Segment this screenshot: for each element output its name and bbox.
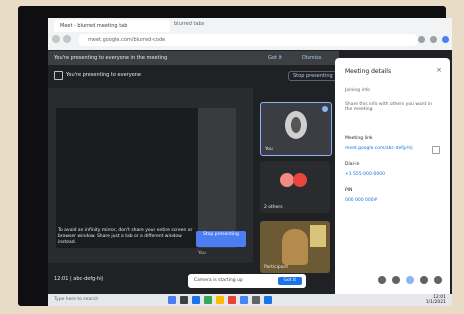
banner-gotit-button[interactable]: Got it bbox=[268, 51, 282, 65]
pin-label: PIN bbox=[345, 188, 353, 193]
browser-tab[interactable]: Meet - blurred meeting tab bbox=[54, 20, 170, 32]
stop-presenting-link[interactable]: Stop presenting bbox=[288, 71, 338, 81]
activities-icon[interactable] bbox=[420, 276, 428, 284]
other-tabs[interactable]: blurred tabs bbox=[174, 21, 204, 27]
taskbar-clock: 12:01 1/1/2021 bbox=[426, 295, 446, 305]
dialin-label: Dial-in bbox=[345, 162, 360, 167]
close-icon[interactable]: × bbox=[436, 66, 442, 74]
participant-tile[interactable]: Participant bbox=[260, 221, 330, 273]
address-bar[interactable]: meet.google.com/blurred-code bbox=[78, 34, 418, 46]
pin-value: 000 000 000# bbox=[345, 198, 378, 203]
meeting-link[interactable]: meet.google.com/abc-defg-hij bbox=[345, 146, 413, 151]
app-icon[interactable] bbox=[192, 296, 200, 304]
screen: Meet - blurred meeting tab blurred tabs … bbox=[48, 18, 452, 306]
extension-icon-2[interactable] bbox=[430, 36, 437, 43]
browser-chrome: Meet - blurred meeting tab blurred tabs … bbox=[48, 18, 452, 50]
camera-toast: Camera is starting up Got it bbox=[188, 274, 306, 288]
joining-info-label: Joining info bbox=[345, 88, 371, 93]
info-banner: You're presenting to everyone in the mee… bbox=[48, 51, 339, 65]
participant-name: You bbox=[265, 147, 273, 152]
chat-icon[interactable] bbox=[406, 276, 414, 284]
stop-presenting-button[interactable]: Stop presenting bbox=[196, 231, 246, 247]
avatar bbox=[280, 173, 294, 187]
avatar bbox=[293, 173, 307, 187]
meeting-code: 12:01 | abc-defg-hij bbox=[54, 276, 103, 282]
meeting-details-panel: Meeting details × Joining info Share thi… bbox=[335, 58, 450, 303]
stage-label: You bbox=[198, 251, 206, 256]
presentation-stage: To avoid an infinity mirror, don't share… bbox=[48, 88, 253, 263]
os-taskbar: Type here to search 12:01 1/1/2021 bbox=[48, 294, 452, 306]
app-icon[interactable] bbox=[180, 296, 188, 304]
people-icon[interactable] bbox=[392, 276, 400, 284]
link-label: Meeting link bbox=[345, 136, 373, 141]
dialin-number[interactable]: +1 555-000-0000 bbox=[345, 172, 385, 177]
pin-icon[interactable] bbox=[322, 106, 328, 112]
app-icon[interactable] bbox=[168, 296, 176, 304]
back-icon[interactable] bbox=[52, 35, 60, 43]
app-icon[interactable] bbox=[204, 296, 212, 304]
participant-name: Participant bbox=[264, 265, 289, 270]
taskbar-search[interactable]: Type here to search bbox=[54, 296, 124, 304]
participant-tile[interactable]: 2 others bbox=[260, 161, 330, 213]
refresh-icon[interactable] bbox=[63, 35, 71, 43]
app-icon[interactable] bbox=[240, 296, 248, 304]
banner-text: You're presenting to everyone in the mee… bbox=[54, 55, 168, 61]
participant-tile[interactable]: You bbox=[260, 102, 332, 156]
toast-text: Camera is starting up bbox=[194, 278, 243, 283]
lock-icon[interactable] bbox=[434, 276, 442, 284]
infinity-mirror-message: To avoid an infinity mirror, don't share… bbox=[58, 228, 193, 245]
participant-name: 2 others bbox=[264, 205, 283, 210]
panel-description: Share this info with others you want in … bbox=[345, 102, 432, 112]
app-icon[interactable] bbox=[228, 296, 236, 304]
shared-screen-side bbox=[198, 108, 236, 248]
toast-button[interactable]: Got it bbox=[277, 277, 302, 285]
app-icon[interactable] bbox=[252, 296, 260, 304]
background-window bbox=[310, 225, 326, 247]
extension-icon[interactable] bbox=[418, 36, 425, 43]
copy-icon[interactable] bbox=[432, 146, 440, 154]
app-icon[interactable] bbox=[264, 296, 272, 304]
app-icon[interactable] bbox=[216, 296, 224, 304]
panel-title: Meeting details bbox=[345, 68, 392, 75]
clock-date: 1/1/2021 bbox=[425, 300, 446, 305]
monitor: Meet - blurred meeting tab blurred tabs … bbox=[18, 6, 452, 306]
banner-dismiss-button[interactable]: Dismiss bbox=[302, 51, 321, 65]
participant-video bbox=[282, 229, 308, 265]
info-icon[interactable] bbox=[378, 276, 386, 284]
avatar-detail bbox=[291, 117, 301, 133]
profile-avatar[interactable] bbox=[442, 36, 449, 43]
